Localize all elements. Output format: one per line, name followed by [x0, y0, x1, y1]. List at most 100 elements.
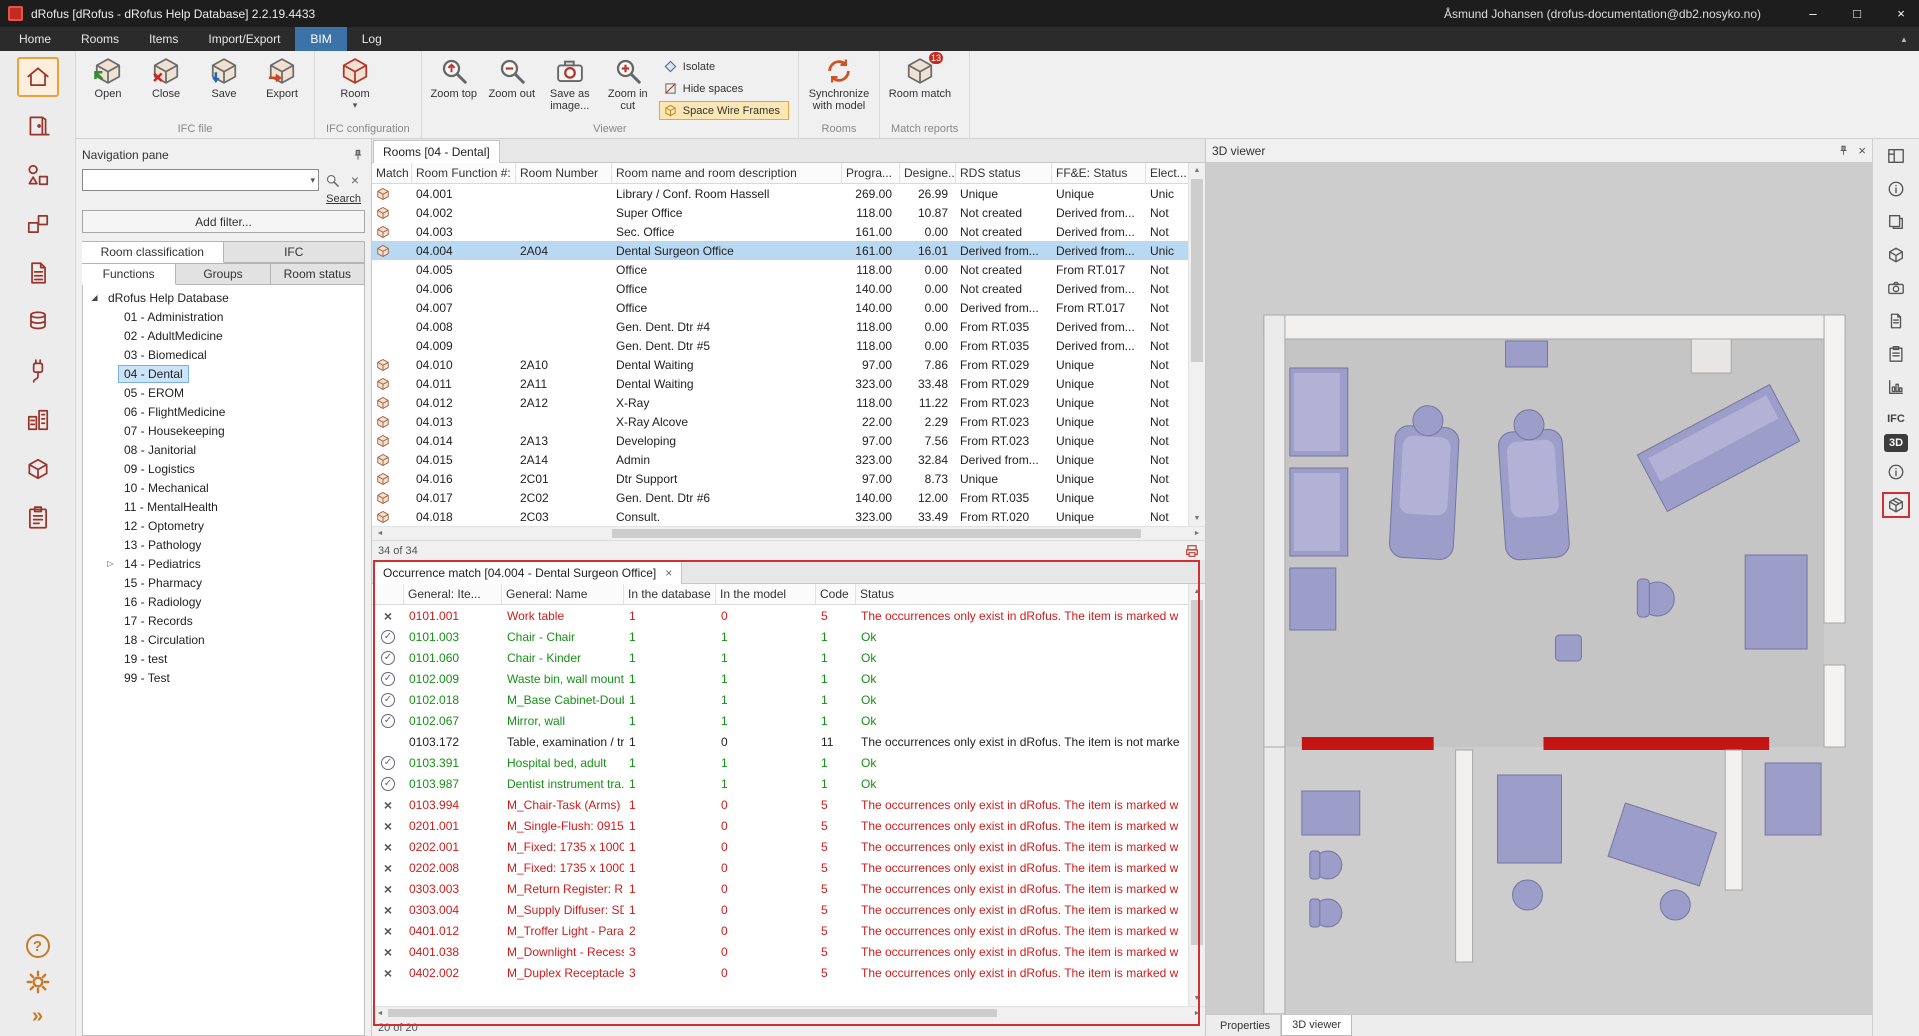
- 3d-mode-button[interactable]: 3D: [1884, 434, 1908, 452]
- rooms-vertical-scrollbar[interactable]: ▲ ▼: [1188, 163, 1205, 526]
- rooms-module-button[interactable]: [17, 106, 59, 146]
- zoom-top-button[interactable]: Zoom top: [425, 52, 483, 102]
- tree-item[interactable]: 01 - Administration: [83, 307, 364, 326]
- search-link[interactable]: Search: [326, 193, 361, 205]
- room-row[interactable]: 04.017 2C02 Gen. Dent. Dtr #6 140.00 12.…: [372, 488, 1205, 507]
- classification-tab[interactable]: Room classification: [82, 241, 224, 263]
- tree-item[interactable]: 19 - test: [83, 649, 364, 668]
- documents-button[interactable]: [1882, 308, 1910, 334]
- occurrence-row[interactable]: × ✓ 0202.001 M_Fixed: 1735 x 1000... 1 0…: [372, 836, 1205, 857]
- info-secondary-button[interactable]: [1882, 459, 1910, 485]
- space-wire-frames-toggle[interactable]: Space Wire Frames: [659, 101, 789, 120]
- maximize-button[interactable]: □: [1839, 0, 1875, 27]
- col-rds-status[interactable]: RDS status: [956, 163, 1052, 183]
- occurrence-row[interactable]: × ✓ 0202.008 M_Fixed: 1735 x 1000... 1 0…: [372, 857, 1205, 878]
- occurrence-row[interactable]: × ✓ 0102.018 M_Base Cabinet-Doub... 1 1 …: [372, 689, 1205, 710]
- menu-tab[interactable]: Items: [134, 27, 193, 51]
- tree-item[interactable]: 10 - Mechanical: [83, 478, 364, 497]
- items-module-button[interactable]: [17, 204, 59, 244]
- room-row[interactable]: 04.004 2A04 Dental Surgeon Office 161.00…: [372, 241, 1205, 260]
- pin-icon[interactable]: [1837, 144, 1850, 157]
- tree-item[interactable]: 12 - Optometry: [83, 516, 364, 535]
- occurrence-row[interactable]: × ✓ 0101.001 Work table 1 0 5 The occurr…: [372, 605, 1205, 626]
- room-row[interactable]: 04.007 Office 140.00 0.00 Derived from..…: [372, 298, 1205, 317]
- room-row[interactable]: 04.010 2A10 Dental Waiting 97.00 7.86 Fr…: [372, 355, 1205, 374]
- menu-tab[interactable]: Rooms: [66, 27, 134, 51]
- occurrence-row[interactable]: × ✓ 0103.987 Dentist instrument tra... 1…: [372, 773, 1205, 794]
- copy-pages-button[interactable]: [1882, 209, 1910, 235]
- scroll-down-icon[interactable]: ▼: [1189, 511, 1205, 526]
- room-row[interactable]: 04.001 Library / Conf. Room Hassell 269.…: [372, 184, 1205, 203]
- function-tab[interactable]: Groups: [176, 263, 270, 285]
- scroll-right-icon[interactable]: ►: [1189, 1010, 1205, 1017]
- tree-item[interactable]: 06 - FlightMedicine: [83, 402, 364, 421]
- occurrence-row[interactable]: × ✓ 0102.009 Waste bin, wall mount... 1 …: [372, 668, 1205, 689]
- collapse-ribbon-icon[interactable]: ▲: [1889, 27, 1919, 51]
- occurrence-row[interactable]: × ✓ 0303.003 M_Return Register: RR... 1 …: [372, 878, 1205, 899]
- documents-module-button[interactable]: [17, 253, 59, 293]
- close-button[interactable]: ×: [1883, 0, 1919, 27]
- save-as-image-button[interactable]: Save as image...: [541, 52, 599, 114]
- products-module-button[interactable]: [17, 155, 59, 195]
- col-status[interactable]: Status: [856, 584, 1205, 604]
- tree-item[interactable]: 02 - AdultMedicine: [83, 326, 364, 345]
- rooms-tab[interactable]: Rooms [04 - Dental]: [373, 140, 500, 163]
- menu-tab[interactable]: Import/Export: [193, 27, 295, 51]
- tree-expander-icon[interactable]: [103, 559, 118, 568]
- occurrence-row[interactable]: × ✓ 0101.060 Chair - Kinder 1 1 1 Ok: [372, 647, 1205, 668]
- model-box-button[interactable]: [1882, 242, 1910, 268]
- col-status-icon[interactable]: [372, 584, 404, 604]
- scroll-thumb[interactable]: [1191, 600, 1203, 945]
- room-row[interactable]: 04.002 Super Office 118.00 10.87 Not cre…: [372, 203, 1205, 222]
- col-in-model[interactable]: In the model: [716, 584, 816, 604]
- clear-search-button[interactable]: ×: [345, 170, 365, 190]
- col-room-function[interactable]: Room Function #:: [412, 163, 516, 183]
- room-row[interactable]: 04.011 2A11 Dental Waiting 323.00 33.48 …: [372, 374, 1205, 393]
- layout-panels-button[interactable]: [1882, 143, 1910, 169]
- room-row[interactable]: 04.018 2C03 Consult. 323.00 33.49 From R…: [372, 507, 1205, 526]
- search-dropdown-icon[interactable]: ▾: [310, 175, 315, 186]
- home-module-button[interactable]: [17, 57, 59, 97]
- room-row[interactable]: 04.009 Gen. Dent. Dtr #5 118.00 0.00 Fro…: [372, 336, 1205, 355]
- finance-module-button[interactable]: [17, 302, 59, 342]
- isolate-toggle[interactable]: Isolate: [659, 57, 789, 76]
- viewer-tab[interactable]: 3D viewer: [1281, 1015, 1352, 1036]
- occurrence-horizontal-scrollbar[interactable]: ◄ ►: [372, 1006, 1205, 1019]
- search-button[interactable]: [322, 170, 342, 190]
- occurrence-match-tab[interactable]: Occurrence match [04.004 - Dental Surgeo…: [373, 561, 682, 584]
- logistics-module-button[interactable]: [17, 449, 59, 489]
- col-in-database[interactable]: In the database: [624, 584, 716, 604]
- scroll-right-icon[interactable]: ►: [1189, 530, 1205, 537]
- pin-icon[interactable]: [351, 148, 365, 162]
- tree-item[interactable]: 99 - Test: [83, 668, 364, 687]
- scroll-up-icon[interactable]: ▲: [1189, 163, 1205, 178]
- ifc-open-button[interactable]: Open: [79, 52, 137, 102]
- occurrence-vertical-scrollbar[interactable]: ▲ ▼: [1188, 584, 1205, 1006]
- col-programmed[interactable]: Progra...: [842, 163, 900, 183]
- function-tab[interactable]: Room status: [271, 263, 365, 285]
- scroll-left-icon[interactable]: ◄: [372, 1010, 388, 1017]
- tree-item[interactable]: 18 - Circulation: [83, 630, 364, 649]
- tree-item[interactable]: 13 - Pathology: [83, 535, 364, 554]
- tree-item[interactable]: 16 - Radiology: [83, 592, 364, 611]
- scroll-down-icon[interactable]: ▼: [1189, 991, 1205, 1006]
- buildings-module-button[interactable]: [17, 400, 59, 440]
- scroll-up-icon[interactable]: ▲: [1189, 584, 1205, 599]
- menu-tab[interactable]: Home: [4, 27, 66, 51]
- room-row[interactable]: 04.006 Office 140.00 0.00 Not created De…: [372, 279, 1205, 298]
- hide-spaces-toggle[interactable]: Hide spaces: [659, 79, 789, 98]
- room-row[interactable]: 04.013 X-Ray Alcove 22.00 2.29 From RT.0…: [372, 412, 1205, 431]
- viewer-tab[interactable]: Properties: [1210, 1015, 1281, 1036]
- menu-tab[interactable]: BIM: [295, 27, 346, 51]
- systems-module-button[interactable]: [17, 351, 59, 391]
- room-row[interactable]: 04.003 Sec. Office 161.00 0.00 Not creat…: [372, 222, 1205, 241]
- ifc-close-button[interactable]: Close: [137, 52, 195, 102]
- 3d-model-viewport[interactable]: [1206, 163, 1872, 1014]
- col-match[interactable]: Match: [372, 163, 412, 183]
- add-filter-button[interactable]: Add filter...: [82, 210, 365, 233]
- close-panel-icon[interactable]: ×: [1858, 143, 1866, 158]
- tree-item[interactable]: 14 - Pediatrics: [83, 554, 364, 573]
- search-input[interactable]: ▾: [82, 169, 319, 191]
- ifc-save-button[interactable]: Save: [195, 52, 253, 102]
- settings-button[interactable]: [17, 968, 59, 996]
